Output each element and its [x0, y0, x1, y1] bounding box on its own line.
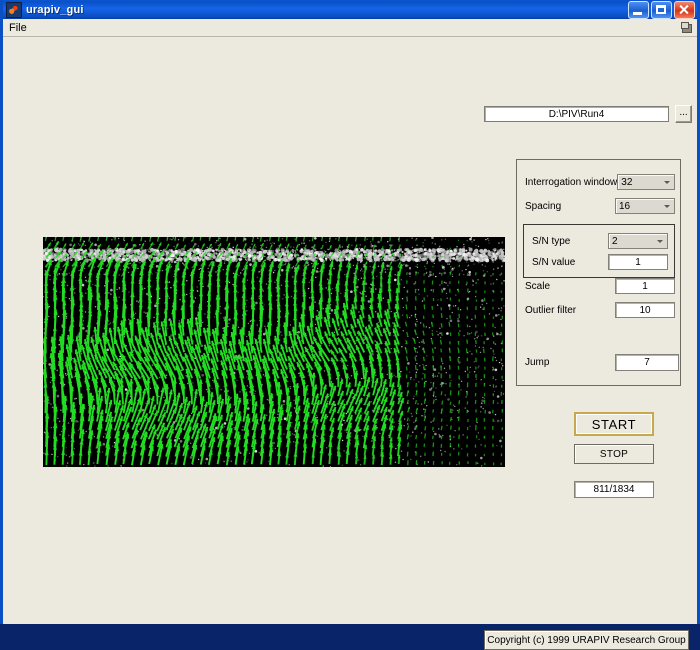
jump-label: Jump — [525, 357, 549, 368]
sn-type-row: S/N type 2 — [532, 233, 668, 249]
scale-row: Scale 1 — [525, 278, 675, 294]
outlier-filter-label: Outlier filter — [525, 305, 576, 316]
stop-button[interactable]: STOP — [574, 444, 654, 464]
interrogation-window-label: Interrogation window — [525, 177, 617, 188]
browse-button[interactable]: ... — [675, 105, 692, 123]
application-window: urapiv_gui File D:\PIV\Run4 ... Interrog… — [0, 0, 700, 624]
start-button[interactable]: START — [574, 412, 654, 436]
scale-label: Scale — [525, 281, 550, 292]
path-input[interactable]: D:\PIV\Run4 — [484, 106, 669, 122]
chevron-down-icon — [653, 235, 666, 247]
title-bar: urapiv_gui — [3, 0, 697, 19]
piv-vector-field — [43, 237, 505, 467]
outlier-filter-input[interactable]: 10 — [615, 302, 675, 318]
sn-type-dropdown[interactable]: 2 — [608, 233, 668, 249]
interrogation-window-value: 32 — [618, 177, 632, 188]
menu-item-file[interactable]: File — [3, 21, 33, 35]
close-button[interactable] — [674, 1, 695, 19]
scale-input[interactable]: 1 — [615, 278, 675, 294]
matlab-icon — [6, 2, 22, 18]
progress-counter: 811/1834 — [574, 481, 654, 498]
maximize-button[interactable] — [651, 1, 672, 19]
sn-value-row: S/N value 1 — [532, 254, 668, 270]
jump-row: Jump 7 — [525, 354, 679, 371]
sn-value-label: S/N value — [532, 257, 575, 268]
copyright-bar: Copyright (c) 1999 URAPIV Research Group — [484, 630, 689, 650]
spacing-label: Spacing — [525, 201, 561, 212]
sn-type-label: S/N type — [532, 236, 570, 247]
piv-canvas — [43, 237, 505, 467]
signal-to-noise-group: S/N type 2 S/N value 1 — [523, 224, 675, 278]
path-row: D:\PIV\Run4 ... — [484, 105, 692, 123]
window-title: urapiv_gui — [26, 4, 84, 16]
minimize-button[interactable] — [628, 1, 649, 19]
sn-type-value: 2 — [609, 236, 618, 247]
interrogation-window-dropdown[interactable]: 32 — [617, 174, 675, 190]
interrogation-window-row: Interrogation window 32 — [525, 174, 675, 190]
restore-window-icon[interactable] — [681, 22, 692, 33]
jump-input[interactable]: 7 — [615, 354, 679, 371]
spacing-row: Spacing 16 — [525, 198, 675, 214]
chevron-down-icon — [660, 176, 673, 188]
menu-bar: File — [3, 19, 697, 37]
chevron-down-icon — [660, 200, 673, 212]
outlier-filter-row: Outlier filter 10 — [525, 302, 675, 318]
client-area: D:\PIV\Run4 ... Interrogation window 32 … — [3, 37, 697, 624]
parameters-panel: Interrogation window 32 Spacing 16 S/N t… — [516, 159, 681, 386]
sn-value-input[interactable]: 1 — [608, 254, 668, 270]
spacing-value: 16 — [616, 201, 630, 212]
spacing-dropdown[interactable]: 16 — [615, 198, 675, 214]
window-controls — [628, 1, 695, 19]
